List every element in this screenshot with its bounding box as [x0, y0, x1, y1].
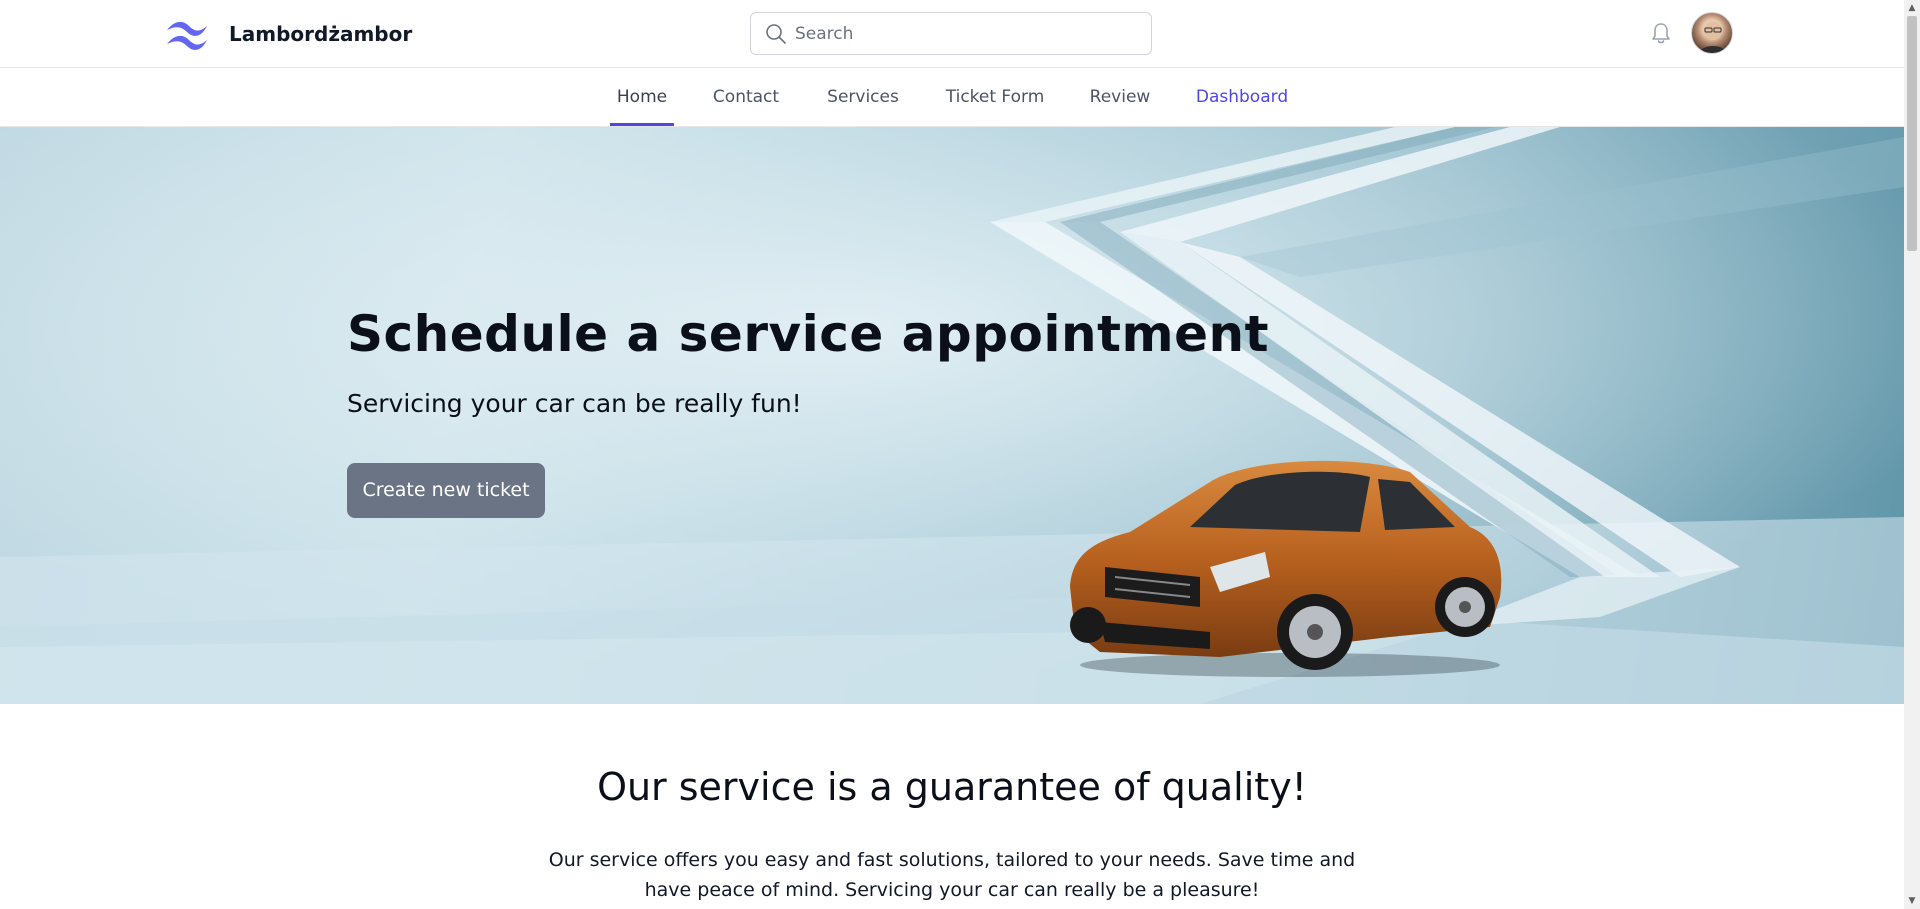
car-image — [1070, 460, 1502, 677]
search-input[interactable] — [793, 22, 1127, 45]
tab-contact[interactable]: Contact — [709, 68, 783, 126]
scroll-up-icon[interactable]: ▲ — [1904, 0, 1920, 16]
search-icon — [765, 23, 787, 45]
page-scrollbar[interactable]: ▲ ▼ — [1904, 0, 1920, 909]
scroll-down-icon[interactable]: ▼ — [1904, 893, 1920, 909]
search-box[interactable] — [750, 12, 1152, 55]
main-nav: Home Contact Services Ticket Form Review… — [0, 68, 1904, 127]
bell-icon[interactable] — [1648, 20, 1674, 46]
brand[interactable]: Lambordżambor — [163, 16, 412, 52]
hero-banner: Schedule a service appointment Servicing… — [0, 127, 1904, 704]
logo-icon — [163, 16, 211, 52]
hero-subtitle: Servicing your car can be really fun! — [347, 389, 802, 418]
brand-name: Lambordżambor — [229, 22, 413, 46]
tab-home[interactable]: Home — [610, 68, 674, 126]
scroll-thumb[interactable] — [1907, 16, 1917, 251]
avatar[interactable] — [1691, 12, 1733, 54]
create-ticket-button[interactable]: Create new ticket — [347, 463, 545, 518]
section-text: Our service offers you easy and fast sol… — [548, 849, 1356, 901]
hero-title: Schedule a service appointment — [347, 305, 1269, 363]
hero-background — [0, 127, 1904, 704]
tab-review[interactable]: Review — [1083, 68, 1157, 126]
section-title: Our service is a guarantee of quality! — [597, 765, 1307, 809]
tab-ticket-form[interactable]: Ticket Form — [943, 68, 1047, 126]
tab-services[interactable]: Services — [819, 68, 907, 126]
top-header: Lambordżambor — [0, 0, 1904, 68]
tab-dashboard[interactable]: Dashboard — [1194, 68, 1290, 126]
